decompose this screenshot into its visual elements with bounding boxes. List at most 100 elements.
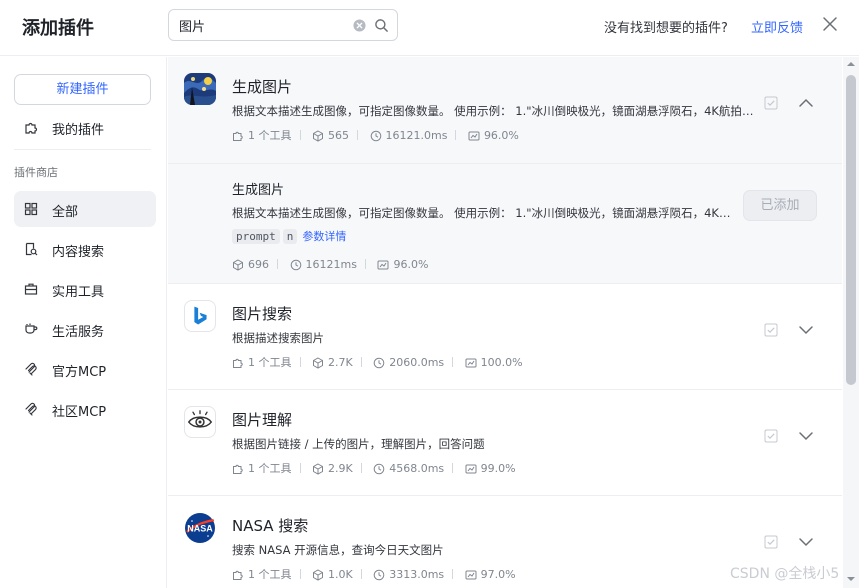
watermark: CSDN @全栈小5 — [730, 566, 840, 582]
puzzle-icon — [233, 358, 243, 368]
tool-name: 生成图片 — [232, 183, 285, 198]
select-checkbox-icon[interactable] — [764, 429, 778, 443]
success-rate: 96.0% — [377, 257, 428, 273]
success-rate: 100.0% — [465, 355, 523, 371]
plugin-name: 图片搜索 — [232, 305, 293, 323]
rate-icon — [377, 260, 389, 270]
cube-icon — [313, 357, 323, 369]
added-button[interactable]: 已添加 — [743, 190, 817, 221]
eye-logo — [184, 406, 216, 438]
latency: 3313.0ms — [373, 567, 444, 583]
tool-count: 1 个工具 — [232, 128, 292, 144]
plugin-list: 生成图片 根据文本描述生成图像，可指定图像数量。 使用示例： 1."冰川倒映极光… — [168, 57, 842, 588]
plugin-card-image-understanding[interactable]: 图片理解 根据图片链接 / 上传的图片，理解图片，回答问题 1 个工具 2.9K… — [168, 390, 842, 496]
sidebar-item-tools[interactable]: 实用工具 — [14, 271, 156, 307]
search-icon[interactable] — [374, 18, 389, 33]
clock-icon — [373, 463, 385, 475]
dialog-header: 添加插件 没有找到想要的插件? 立即反馈 — [0, 0, 859, 56]
param-tag: prompt — [232, 229, 280, 244]
plugin-description: 根据文本描述生成图像，可指定图像数量。 使用示例： 1."冰川倒映极光，镜面湖悬… — [232, 104, 762, 118]
latency: 16121.0ms — [370, 128, 447, 144]
sidebar-item-content-search[interactable]: 内容搜索 — [14, 231, 156, 267]
plugin-stats: 1 个工具 565 16121.0ms 96.0% — [232, 128, 527, 144]
plugin-stats: 1 个工具 1.0K 3313.0ms 97.0% — [232, 567, 524, 583]
param-tag: n — [282, 229, 298, 244]
sidebar: 新建插件 我的插件 插件商店 全部 内容搜索 实用工具 生活服务 官方MCP 社… — [0, 57, 167, 588]
plugin-name: 生成图片 — [232, 78, 293, 96]
clear-icon[interactable] — [353, 19, 366, 32]
rate-icon — [465, 570, 477, 580]
mcp-icon — [25, 402, 37, 416]
plugin-description: 搜索 NASA 开源信息，查询今日天文图片 — [232, 543, 444, 557]
mcp-icon — [25, 362, 37, 376]
add-plugin-dialog: 添加插件 没有找到想要的插件? 立即反馈 新建插件 我的插件 插 — [0, 0, 859, 588]
puzzle-icon — [25, 122, 38, 134]
clock-icon — [370, 130, 381, 142]
plugin-name: 图片理解 — [232, 411, 293, 429]
plugin-name: NASA 搜索 — [232, 517, 309, 535]
usage-count: 1.0K — [312, 567, 353, 583]
grid-icon — [24, 202, 38, 216]
clock-icon — [290, 259, 301, 271]
rate-icon — [465, 358, 477, 368]
starry-night-logo — [184, 73, 216, 105]
scrollbar-thumb[interactable] — [846, 75, 856, 385]
store-section-label: 插件商店 — [14, 166, 58, 179]
usage-count: 565 — [312, 128, 349, 144]
scroll-up-arrow-icon[interactable] — [846, 61, 856, 67]
new-plugin-button[interactable]: 新建插件 — [14, 74, 151, 105]
sidebar-item-community-mcp[interactable]: 社区MCP — [14, 391, 156, 427]
sidebar-item-life[interactable]: 生活服务 — [14, 311, 156, 347]
nasa-logo-text: NASA — [187, 524, 213, 534]
sidebar-item-label: 全部 — [52, 205, 79, 220]
latency: 4568.0ms — [373, 461, 444, 477]
toolbox-icon — [24, 283, 38, 295]
sidebar-item-official-mcp[interactable]: 官方MCP — [14, 351, 156, 387]
tool-count: 1 个工具 — [232, 461, 292, 477]
search-input[interactable] — [179, 15, 344, 35]
tool-description: 根据文本描述生成图像，可指定图像数量。 使用示例： 1."冰川倒映极光，镜面湖悬… — [232, 206, 732, 220]
plugin-card-image-search[interactable]: 图片搜索 根据描述搜索图片 1 个工具 2.7K 2060.0ms 100.0% — [168, 284, 842, 390]
nasa-logo: NASA — [184, 512, 216, 544]
select-checkbox-icon[interactable] — [764, 323, 778, 337]
search-box[interactable] — [168, 9, 398, 41]
chevron-down-icon[interactable] — [798, 536, 814, 548]
usage-count: 696 — [232, 257, 269, 273]
sidebar-item-label: 生活服务 — [52, 325, 105, 340]
chevron-down-icon[interactable] — [798, 430, 814, 442]
clock-icon — [373, 569, 385, 581]
rate-icon — [465, 464, 477, 474]
dialog-title: 添加插件 — [22, 18, 94, 39]
chevron-down-icon[interactable] — [798, 324, 814, 336]
select-checkbox-icon[interactable] — [764, 535, 778, 549]
sidebar-item-my-plugins[interactable]: 我的插件 — [14, 115, 154, 141]
chevron-up-icon[interactable] — [798, 97, 814, 109]
cup-icon — [25, 323, 38, 334]
sidebar-item-label: 实用工具 — [52, 285, 105, 300]
sidebar-divider — [14, 149, 151, 150]
plugin-description: 根据图片链接 / 上传的图片，理解图片，回答问题 — [232, 437, 485, 451]
tool-stats: 696 16121ms 96.0% — [232, 257, 436, 273]
cube-icon — [233, 259, 243, 271]
plugin-description: 根据描述搜索图片 — [232, 331, 324, 345]
plugin-card-generate-image[interactable]: 生成图片 根据文本描述生成图像，可指定图像数量。 使用示例： 1."冰川倒映极光… — [168, 57, 842, 284]
puzzle-icon — [233, 570, 243, 580]
clock-icon — [373, 357, 385, 369]
select-checkbox-icon[interactable] — [764, 96, 778, 110]
latency: 2060.0ms — [373, 355, 444, 371]
sidebar-item-label: 社区MCP — [52, 405, 107, 420]
tool-params: prompt n 参数详情 — [232, 228, 346, 246]
cube-icon — [313, 569, 323, 581]
sidebar-item-label: 内容搜索 — [52, 245, 105, 260]
scroll-down-arrow-icon[interactable] — [846, 576, 856, 582]
close-icon[interactable] — [822, 16, 838, 32]
sidebar-item-label: 官方MCP — [52, 365, 107, 380]
param-detail-link[interactable]: 参数详情 — [302, 228, 346, 244]
usage-count: 2.7K — [312, 355, 353, 371]
sidebar-item-all[interactable]: 全部 — [14, 191, 156, 227]
success-rate: 99.0% — [465, 461, 516, 477]
feedback-link[interactable]: 立即反馈 — [751, 17, 803, 36]
tool-count: 1 个工具 — [232, 355, 292, 371]
puzzle-icon — [233, 464, 243, 474]
tool-count: 1 个工具 — [232, 567, 292, 583]
